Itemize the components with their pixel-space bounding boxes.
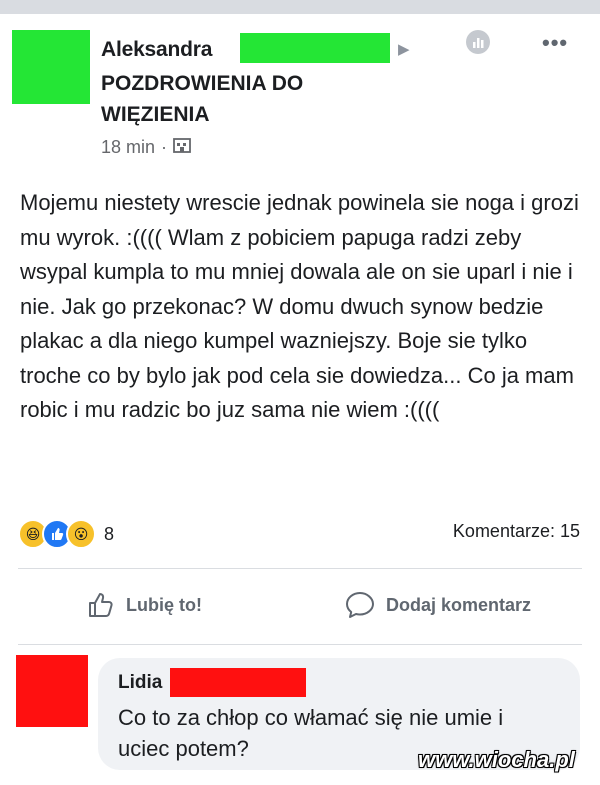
post-body: Mojemu niestety wrescie jednak powinela … <box>20 190 579 422</box>
comment-label: Dodaj komentarz <box>386 594 532 615</box>
like-label: Lubię to! <box>126 594 202 615</box>
post-time[interactable]: 18 min <box>101 137 155 158</box>
like-button[interactable]: Lubię to! <box>86 590 202 620</box>
group-name[interactable]: POZDROWIENIA DO WIĘZIENIA <box>101 68 401 130</box>
group-privacy-icon <box>173 137 191 158</box>
reaction-count: 8 <box>104 523 115 544</box>
commenter-name[interactable]: Lidia <box>118 672 162 694</box>
top-strip <box>0 0 600 14</box>
reactions-summary[interactable]: 😆 😮 8 <box>18 519 114 549</box>
wow-icon: 😮 <box>66 519 96 549</box>
comment-button[interactable]: Dodaj komentarz <box>344 590 531 620</box>
thumbs-up-icon <box>89 593 113 617</box>
redaction-bar <box>240 33 390 63</box>
insights-icon[interactable] <box>466 30 490 54</box>
watermark: www.wiocha.pl <box>418 747 575 772</box>
meta-dot: · <box>161 137 168 157</box>
author-name[interactable]: Aleksandra <box>101 38 212 62</box>
author-avatar[interactable] <box>12 30 90 104</box>
divider <box>18 568 582 569</box>
divider <box>18 644 582 645</box>
comment-icon <box>346 592 374 618</box>
post-meta: 18 min · <box>101 137 191 158</box>
commenter-avatar[interactable] <box>16 655 88 727</box>
comments-count[interactable]: Komentarze: 15 <box>453 521 580 542</box>
more-options-button[interactable]: ••• <box>542 30 568 56</box>
redaction-bar <box>170 668 306 697</box>
arrow-right-icon: ▶ <box>398 41 410 58</box>
